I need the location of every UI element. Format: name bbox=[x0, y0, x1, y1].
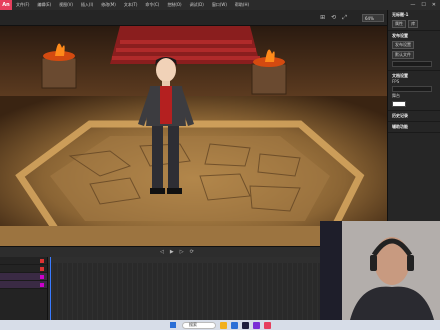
minimize-icon[interactable]: — bbox=[410, 2, 415, 8]
section-publish[interactable]: 发布设置 bbox=[392, 33, 436, 39]
stage-color-label: 舞台 bbox=[392, 93, 400, 98]
tab-properties[interactable]: 属性 bbox=[392, 20, 406, 28]
menu-insert[interactable]: 插入(I) bbox=[77, 2, 97, 8]
fit-icon[interactable]: ⤢ bbox=[342, 14, 347, 22]
app-logo: An bbox=[0, 0, 12, 10]
app-icon[interactable] bbox=[264, 321, 271, 329]
layer-row[interactable] bbox=[0, 265, 47, 273]
publish-target-field[interactable] bbox=[392, 61, 432, 67]
layer-row[interactable] bbox=[0, 273, 47, 281]
close-icon[interactable]: ✕ bbox=[432, 2, 436, 8]
layer-color-swatch bbox=[40, 275, 44, 279]
step-forward-button[interactable]: ▷ bbox=[180, 249, 184, 255]
animate-app-icon[interactable] bbox=[242, 321, 249, 329]
menu-modify[interactable]: 修改(M) bbox=[97, 2, 120, 8]
publish-settings-button[interactable]: 发布设置 bbox=[392, 41, 414, 49]
play-button[interactable]: ▶ bbox=[170, 249, 174, 255]
tab-library[interactable]: 库 bbox=[408, 20, 419, 28]
menu-edit[interactable]: 编辑(E) bbox=[33, 2, 55, 8]
loop-button[interactable]: ⟳ bbox=[190, 249, 194, 255]
frame-ruler[interactable] bbox=[48, 257, 320, 263]
zoom-select[interactable]: 64% bbox=[362, 14, 384, 22]
webcam-image bbox=[320, 221, 440, 320]
timeline-panel: ◁ ▶ ▷ ⟳ bbox=[0, 246, 320, 321]
layer-list bbox=[0, 257, 48, 321]
section-history[interactable]: 历史记录 bbox=[392, 113, 436, 119]
menu-help[interactable]: 帮助(H) bbox=[231, 2, 253, 8]
fps-field[interactable] bbox=[392, 86, 432, 92]
app-icon[interactable] bbox=[253, 321, 260, 329]
browser-icon[interactable] bbox=[231, 321, 238, 329]
taskbar: 搜索 bbox=[0, 320, 440, 330]
file-explorer-icon[interactable] bbox=[220, 321, 227, 329]
frame-grid[interactable] bbox=[48, 257, 320, 321]
stage-canvas[interactable] bbox=[0, 26, 387, 246]
layer-color-swatch bbox=[40, 267, 44, 271]
menu-control[interactable]: 控制(O) bbox=[163, 2, 185, 8]
timeline-controls: ◁ ▶ ▷ ⟳ bbox=[0, 247, 320, 257]
toolbar: ⊞ ⟲ ⤢ bbox=[0, 10, 387, 26]
layer-row[interactable] bbox=[0, 257, 47, 265]
rotate-icon[interactable]: ⟲ bbox=[331, 14, 336, 22]
layer-color-swatch bbox=[40, 283, 44, 287]
maximize-icon[interactable]: ☐ bbox=[421, 2, 425, 8]
snap-icon[interactable]: ⊞ bbox=[320, 14, 325, 22]
default-file-button[interactable]: 默认文件 bbox=[392, 51, 414, 59]
stage-color-swatch[interactable] bbox=[392, 101, 406, 107]
taskbar-search[interactable]: 搜索 bbox=[182, 321, 216, 329]
menu-file[interactable]: 文件(F) bbox=[12, 2, 33, 8]
stage-artwork bbox=[0, 26, 387, 246]
menu-view[interactable]: 视图(V) bbox=[55, 2, 77, 8]
menu-debug[interactable]: 调试(D) bbox=[186, 2, 208, 8]
layer-row[interactable] bbox=[0, 281, 47, 289]
menu-window[interactable]: 窗口(W) bbox=[208, 2, 231, 8]
menu-bar: An 文件(F) 编辑(E) 视图(V) 插入(I) 修改(M) 文本(T) 命… bbox=[0, 0, 440, 10]
webcam-overlay bbox=[320, 221, 440, 320]
section-accessibility[interactable]: 辅助功能 bbox=[392, 124, 436, 130]
menu-text[interactable]: 文本(T) bbox=[120, 2, 142, 8]
app-window: An 文件(F) 编辑(E) 视图(V) 插入(I) 修改(M) 文本(T) 命… bbox=[0, 0, 440, 330]
windows-start-icon[interactable] bbox=[170, 322, 176, 328]
step-back-button[interactable]: ◁ bbox=[160, 249, 164, 255]
layer-color-swatch bbox=[40, 259, 44, 263]
playhead[interactable] bbox=[50, 257, 51, 321]
menu-commands[interactable]: 命令(C) bbox=[141, 2, 163, 8]
fps-label: FPS bbox=[392, 79, 400, 84]
